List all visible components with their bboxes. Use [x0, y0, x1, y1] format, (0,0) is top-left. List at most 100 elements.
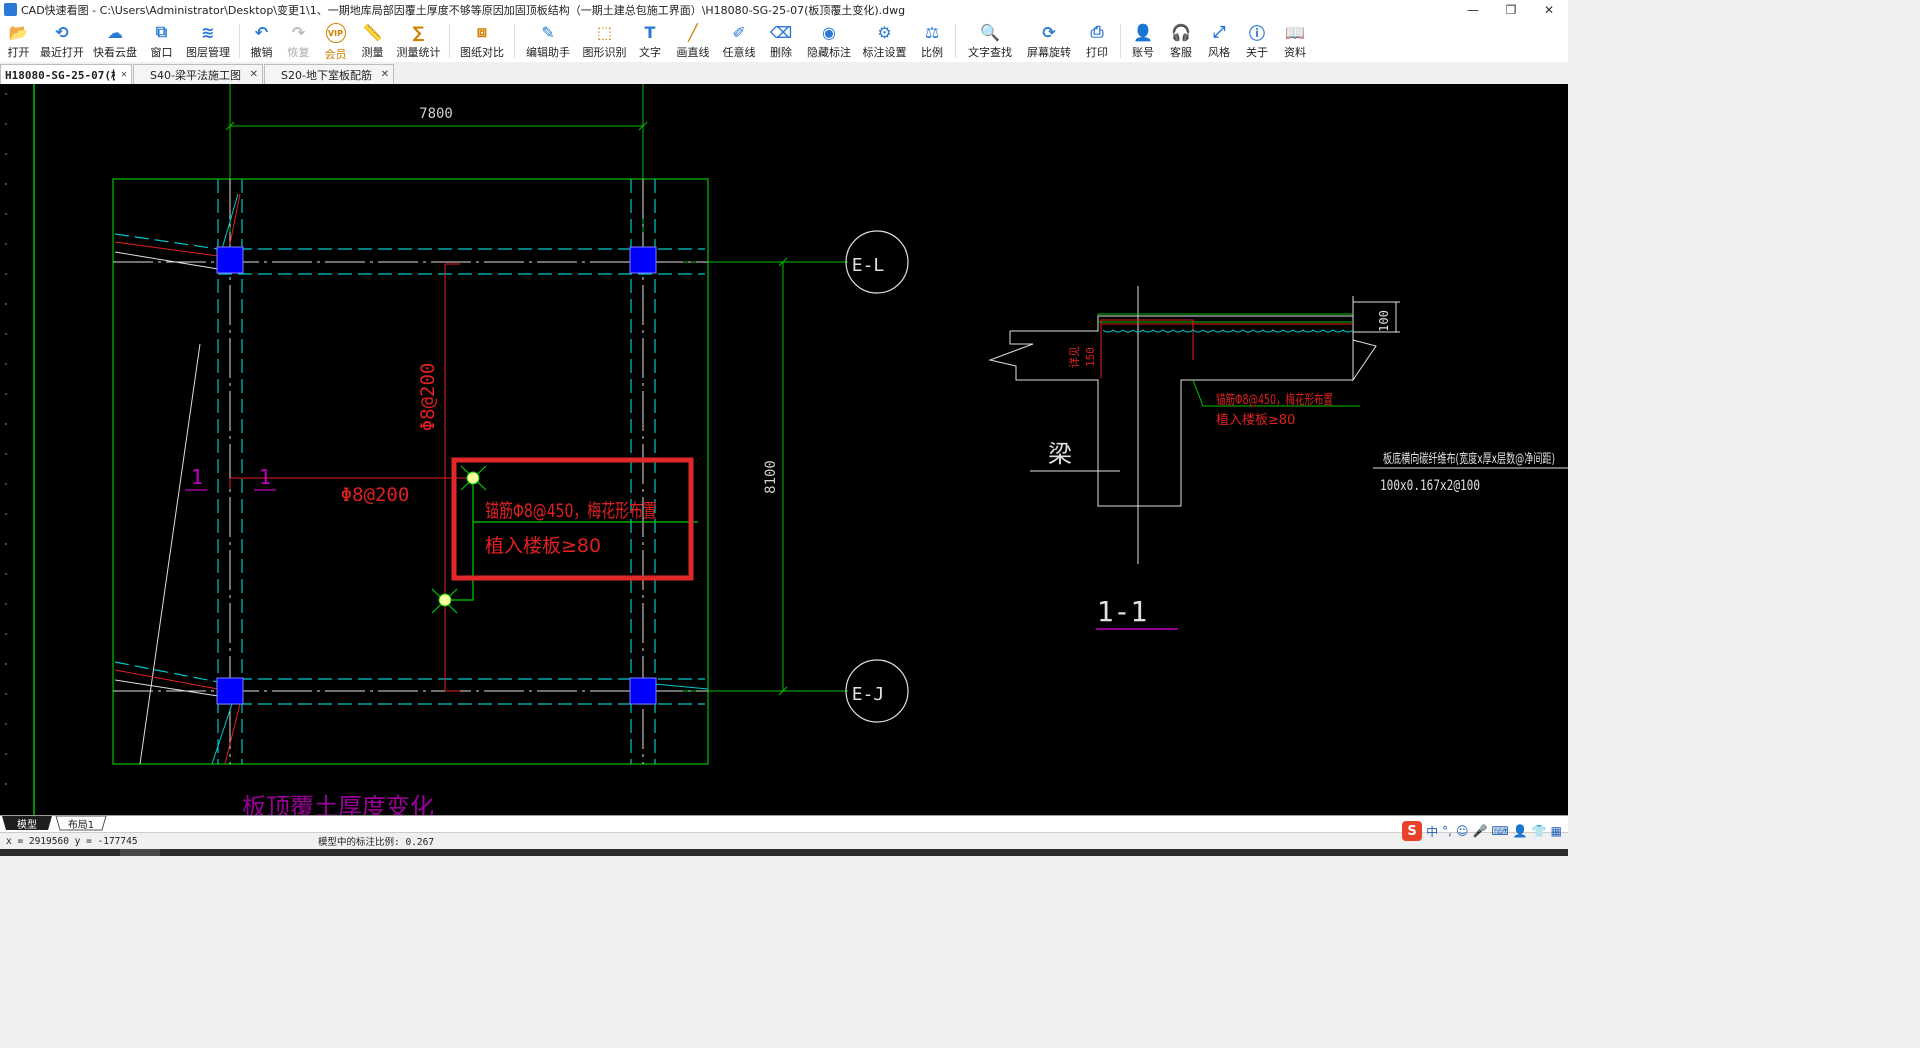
tab-h18080[interactable]: H18080-SG-25-07(板… ✕: [0, 64, 132, 84]
layout-tab-model[interactable]: 模型: [6, 816, 48, 831]
toolbar-label: 隐藏标注: [807, 46, 851, 59]
open-button[interactable]: 📂 打开: [0, 19, 37, 62]
account-button[interactable]: 👤 账号: [1124, 19, 1162, 62]
cad-drawing[interactable]: 7800 8100 E-L E-J Φ8@200 Φ8@200 1 1 锚筋Φ8…: [0, 84, 1568, 815]
vip-button[interactable]: VIP 会员: [317, 19, 354, 62]
undo-button[interactable]: ↶ 撤销: [243, 19, 280, 62]
section-red-rebar: [1100, 319, 1353, 378]
shape-recognize-icon: ⬚: [596, 22, 613, 42]
toolbar-label: 屏幕旋转: [1027, 46, 1071, 59]
section-dim-label: 100: [1377, 310, 1391, 332]
shape-recog-button[interactable]: ⬚ 图形识别: [578, 19, 631, 62]
recent-button[interactable]: ⟲ 最近打开: [37, 19, 87, 62]
text-button[interactable]: T 文字: [631, 19, 669, 62]
rebar-horizontal-label: Φ8@200: [341, 484, 410, 506]
rotate-button[interactable]: ⟳ 屏幕旋转: [1021, 19, 1077, 62]
toolbar-label: 图层管理: [186, 46, 230, 59]
close-button[interactable]: ✕: [1530, 0, 1568, 19]
toolbar-label: 窗口: [150, 46, 173, 59]
window-title: CAD快速看图 - C:\Users\Administrator\Desktop…: [21, 3, 906, 17]
toolbar-label: 标注设置: [862, 46, 907, 59]
print-button[interactable]: ⎙ 打印: [1077, 19, 1117, 62]
stats-icon: ∑: [412, 22, 425, 42]
layers-icon: ≋: [201, 22, 215, 42]
text-search-icon: 🔍: [980, 22, 1000, 42]
line-button[interactable]: ╱ 画直线: [669, 19, 717, 62]
ime-emoji-icon[interactable]: ☺: [1456, 824, 1469, 838]
cfrp-title: 板底横向碳纤维布(宽度x厚x层数@净间距): [1383, 451, 1555, 467]
style-button[interactable]: ⤢ 风格: [1200, 19, 1238, 62]
toolbar-label: 测量统计: [396, 46, 441, 59]
section-title: 1-1: [1097, 595, 1148, 628]
restore-button[interactable]: ❐: [1492, 0, 1530, 19]
columns: [216, 246, 657, 705]
freeline-button[interactable]: ✐ 任意线: [717, 19, 761, 62]
ime-punct-icon[interactable]: °,: [1442, 824, 1452, 838]
dim-top-label: 7800: [419, 106, 453, 122]
vip-icon: VIP: [325, 23, 346, 43]
ruler-icon: 📏: [362, 22, 383, 42]
edit-assist-button[interactable]: ✎ 编辑助手: [518, 19, 578, 62]
ime-keyboard-icon[interactable]: ⌨: [1491, 824, 1508, 838]
drawing-canvas[interactable]: 7800 8100 E-L E-J Φ8@200 Φ8@200 1 1 锚筋Φ8…: [0, 84, 1568, 815]
folder-icon: 📂: [8, 22, 29, 42]
support-button[interactable]: 🎧 客服: [1162, 19, 1200, 62]
dim-right-label: 8100: [763, 460, 779, 494]
toolbar-label: 图形识别: [582, 46, 627, 59]
right-dimension: [643, 257, 848, 696]
ime-lang[interactable]: 中: [1426, 823, 1438, 840]
delete-button[interactable]: ⌫ 删除: [761, 19, 801, 62]
toolbar-separator: [1120, 24, 1121, 58]
settings-icon: ⚙: [877, 22, 892, 42]
edit-assist-icon: ✎: [541, 22, 555, 42]
undo-icon: ↶: [254, 22, 269, 42]
cloud-button[interactable]: ☁ 快看云盘: [87, 19, 143, 62]
eye-icon: ◉: [822, 22, 836, 42]
anchor-point-1: [466, 471, 480, 485]
close-icon[interactable]: ✕: [244, 69, 258, 80]
toolbar-separator: [449, 24, 450, 58]
highlight-text-2: 植入楼板≥80: [485, 535, 601, 557]
compare-button[interactable]: ⧈ 图纸对比: [453, 19, 511, 62]
close-icon[interactable]: ✕: [375, 69, 389, 80]
text-icon: T: [644, 22, 656, 42]
measure-stats-button[interactable]: ∑ 测量统计: [391, 19, 446, 62]
toolbar-label: 打印: [1086, 46, 1108, 59]
minimize-button[interactable]: —: [1454, 0, 1492, 19]
ime-skin-icon[interactable]: 👕: [1532, 824, 1547, 838]
toolbar-label: 画直线: [676, 46, 710, 59]
rebar-vertical-label: Φ8@200: [417, 363, 439, 432]
document-tab-bar: H18080-SG-25-07(板… ✕ S40-梁平法施工图 ✕ S20-地下…: [0, 62, 1568, 84]
hide-annot-button[interactable]: ◉ 隐藏标注: [801, 19, 857, 62]
scale-button[interactable]: ⚖ 比例: [912, 19, 952, 62]
layout-tab-1[interactable]: 布局1: [60, 816, 102, 831]
bottom-partial-text: 板顶覆土厚度变化: [242, 793, 434, 815]
layers-button[interactable]: ≋ 图层管理: [180, 19, 236, 62]
ime-mic-icon[interactable]: 🎤: [1472, 824, 1487, 838]
app-icon: [4, 3, 17, 16]
text-find-button[interactable]: 🔍 文字查找: [959, 19, 1021, 62]
toolbar-label: 测量: [361, 46, 384, 59]
tab-s40[interactable]: S40-梁平法施工图 ✕: [133, 64, 263, 84]
ime-toolbar: S 中 °, ☺ 🎤 ⌨ 👤 👕 ▦: [1402, 819, 1568, 843]
toolbar-label: 会员: [324, 48, 347, 61]
sogou-logo-icon[interactable]: S: [1402, 821, 1423, 841]
cloud-icon: ☁: [107, 22, 123, 42]
about-button[interactable]: ⓘ 关于: [1238, 19, 1276, 62]
ime-user-icon[interactable]: 👤: [1513, 824, 1528, 838]
annot-settings-button[interactable]: ⚙ 标注设置: [857, 19, 912, 62]
close-icon[interactable]: ✕: [115, 69, 127, 80]
scroll-thumb[interactable]: [120, 849, 160, 856]
tab-s20[interactable]: S20-地下室板配筋 ✕: [264, 64, 394, 84]
redo-button[interactable]: ↷ 恢复: [280, 19, 317, 62]
tab-label: S20-地下室板配筋: [281, 68, 372, 82]
left-ruler: [5, 93, 7, 785]
window-button[interactable]: ⧉ 窗口: [143, 19, 180, 62]
toolbar-separator: [239, 24, 240, 58]
pen-icon: ✐: [732, 22, 746, 42]
scale-icon: ⚖: [924, 22, 940, 42]
measure-button[interactable]: 📏 测量: [354, 19, 391, 62]
rotate-icon: ⟳: [1042, 22, 1056, 42]
ime-menu-icon[interactable]: ▦: [1551, 824, 1562, 838]
docs-button[interactable]: 📖 资料: [1276, 19, 1314, 62]
